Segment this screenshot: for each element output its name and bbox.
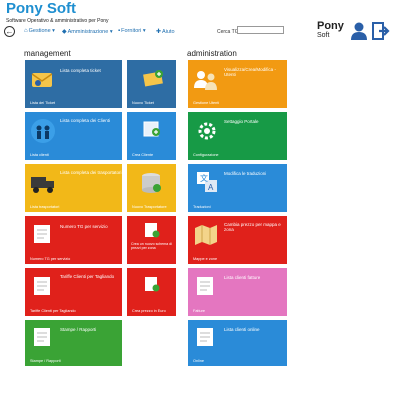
- tile-client-invoices[interactable]: Lista clienti fatture Fatture: [188, 268, 287, 316]
- tile-label: Numero TG per servizio: [60, 224, 108, 229]
- tile-translations[interactable]: 文 A Modifica le traduzioni Traduzioni: [188, 164, 287, 212]
- menu-gestione-label: Gestione: [28, 28, 51, 34]
- clients-globe-icon: [31, 119, 55, 143]
- tile-footer: Nuovo Trasportatore: [132, 205, 167, 209]
- tile-label: Lista completa ticket: [60, 68, 101, 73]
- add-ticket-icon: [143, 70, 163, 87]
- tile-label: Lista clienti fatture: [224, 275, 261, 280]
- section-management: management: [24, 49, 71, 58]
- tile-footer: Stampe / Rapporti: [30, 359, 61, 363]
- tile-new-rate[interactable]: Crea prezzo in Euro: [127, 268, 176, 316]
- tile-label: Lista clienti online: [224, 327, 260, 332]
- document-icon: [34, 328, 50, 346]
- tile-client-list[interactable]: Lista completa dei Clienti Lista clienti: [25, 112, 122, 160]
- truck-icon: [31, 177, 54, 193]
- add-document-icon: [145, 223, 160, 238]
- tile-label: Settaggio Portale: [224, 119, 259, 124]
- menu-aiuto[interactable]: ✚Aiuto: [156, 28, 175, 35]
- tile-tg-number[interactable]: Numero TG per servizio Numero TG per ser…: [25, 216, 122, 264]
- tile-label: Lista completa dei trasportatori: [60, 170, 122, 175]
- tile-footer: Gestione Utenti: [193, 101, 220, 105]
- add-client-icon: [143, 121, 160, 137]
- tile-label: Visualizza/Crea/Modifica - Utenti: [224, 67, 276, 77]
- section-administration: administration: [187, 49, 237, 58]
- map-icon: [195, 225, 217, 245]
- tile-ticket-list[interactable]: Lista completa ticket Lista dei Ticket: [25, 60, 122, 108]
- tile-label: Tariffe Clienti per Tagliando: [60, 274, 115, 279]
- document-icon: [34, 277, 50, 295]
- tile-new-client[interactable]: Crea Cliente: [127, 112, 176, 160]
- menu-gestione[interactable]: ⌂Gestione ▾: [24, 28, 55, 34]
- tile-footer: Fatture: [193, 309, 206, 313]
- help-icon: ✚: [156, 29, 162, 35]
- logout-icon[interactable]: [372, 22, 390, 40]
- tile-footer: Crea Cliente: [132, 153, 154, 157]
- svg-text:文: 文: [200, 173, 208, 183]
- tile-client-rates[interactable]: Tariffe Clienti per Tagliando Tariffe Cl…: [25, 268, 122, 316]
- tile-label: Crea un nuovo schema di prezzi per zona: [131, 242, 172, 251]
- chevron-down-icon: ▾: [142, 28, 146, 34]
- tile-label: Stampe / Rapporti: [60, 327, 97, 332]
- supplier-icon: ▪: [118, 28, 121, 34]
- search-input[interactable]: [237, 26, 284, 34]
- gear-icon: [198, 122, 216, 140]
- users-icon: [194, 71, 217, 90]
- tile-footer: Tariffe Clienti per Tagliando: [30, 309, 76, 313]
- tile-print-reports[interactable]: Stampe / Rapporti Stampe / Rapporti: [25, 320, 122, 366]
- tile-zone-prices[interactable]: Cambia prezzo per mappa e zona Mappe e z…: [188, 216, 287, 264]
- menu-aiuto-label: Aiuto: [162, 29, 175, 35]
- chevron-down-icon: ▾: [109, 29, 113, 35]
- tile-user-admin[interactable]: Visualizza/Crea/Modifica - Utenti Gestio…: [188, 60, 287, 108]
- brand-name: Pony: [317, 20, 344, 32]
- search-label: Cerca TG: [217, 29, 239, 35]
- database-icon: [142, 173, 161, 193]
- tile-online-clients[interactable]: Lista clienti online Online: [188, 320, 287, 366]
- menu-amministrazione[interactable]: ◆Amministrazione ▾: [62, 28, 113, 35]
- ticket-envelope-icon: [31, 73, 53, 87]
- tile-label: Lista completa dei Clienti: [60, 118, 111, 123]
- menu-amministrazione-label: Amministrazione: [67, 29, 109, 35]
- app-title: Pony Soft: [6, 0, 76, 17]
- tile-footer: Nuovo Ticket: [132, 101, 154, 105]
- tile-label: Cambia prezzo per mappa e zona: [224, 222, 281, 232]
- tile-label: Modifica le traduzioni: [224, 171, 267, 176]
- svg-text:A: A: [208, 183, 214, 192]
- tile-footer: Numero TG per servizio: [30, 257, 71, 261]
- back-arrow-icon: ←: [5, 27, 14, 36]
- tile-footer: Online: [193, 359, 204, 363]
- translate-icon: 文 A: [197, 172, 217, 192]
- tile-new-price-scheme[interactable]: Crea un nuovo schema di prezzi per zona: [127, 216, 176, 264]
- tile-new-ticket[interactable]: Nuovo Ticket: [127, 60, 176, 108]
- menu-fornitori[interactable]: ▪Fornitori ▾: [118, 28, 146, 34]
- app-subtitle: Software Operativo & amministrativo per …: [6, 18, 109, 24]
- brand-sub: Soft: [317, 32, 330, 39]
- home-icon: ⌂: [24, 28, 28, 34]
- tile-shipment-list[interactable]: Lista completa dei trasportatori Lista t…: [25, 164, 122, 212]
- tile-footer: Lista dei Ticket: [30, 101, 56, 105]
- tile-footer: Traduzioni: [193, 205, 211, 209]
- menu-fornitori-label: Fornitori: [121, 28, 142, 34]
- tile-footer: Configurazione: [193, 153, 219, 157]
- admin-icon: ◆: [62, 29, 67, 35]
- tile-portal-settings[interactable]: Settaggio Portale Configurazione: [188, 112, 287, 160]
- add-document-icon: [145, 277, 160, 292]
- tile-footer: Crea prezzo in Euro: [132, 309, 166, 313]
- document-icon: [197, 328, 213, 346]
- tile-footer: Lista clienti: [30, 153, 49, 157]
- tile-footer: Mappe e zone: [193, 257, 218, 261]
- chevron-down-icon: ▾: [52, 28, 55, 34]
- tile-footer: Lista trasportatori: [30, 205, 60, 209]
- document-icon: [197, 277, 213, 295]
- user-icon[interactable]: [351, 22, 367, 40]
- tile-new-shipper[interactable]: Nuovo Trasportatore: [127, 164, 176, 212]
- document-icon: [34, 225, 50, 243]
- back-button[interactable]: ←: [4, 26, 15, 37]
